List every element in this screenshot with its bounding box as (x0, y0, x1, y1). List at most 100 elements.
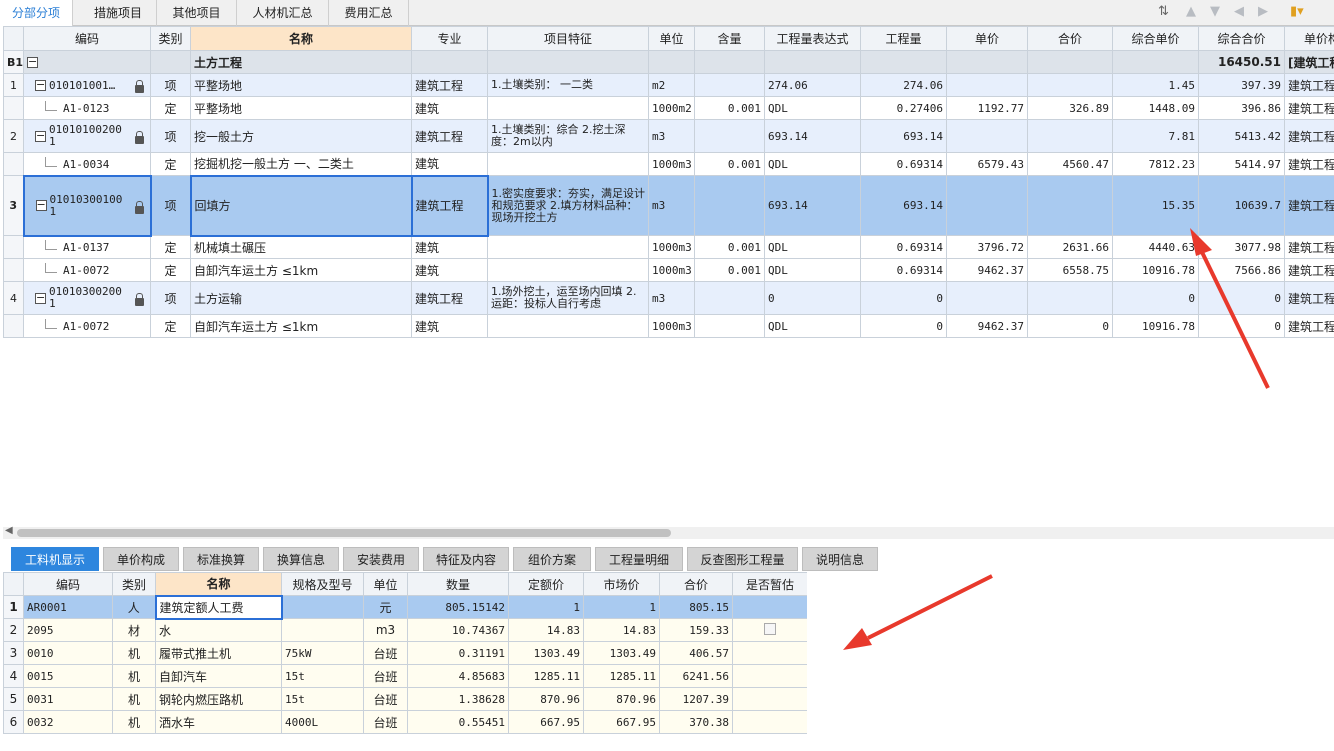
quota-row[interactable]: A1-0137 定机械填土碾压 建筑 1000m3 0.001 QDL 0.69314 379… (3, 235, 1334, 259)
cell-price-composition[interactable]: 建筑工程 (1284, 96, 1334, 120)
cell-provisional[interactable] (732, 641, 807, 665)
collapse-cell[interactable]: − (23, 50, 151, 74)
header-quantity[interactable]: 工程量 (860, 26, 947, 51)
cell-major[interactable]: 建筑工程 (411, 73, 488, 97)
cell-spec[interactable]: 15t (281, 687, 364, 711)
cell-expression[interactable]: 693.14 (764, 175, 861, 236)
cell-spec[interactable]: 75kW (281, 641, 364, 665)
collapse-icon[interactable]: − (35, 292, 46, 304)
arrow-right-icon[interactable]: ▶ (1258, 4, 1268, 19)
cell-expression[interactable]: QDL (764, 314, 861, 338)
cell-category[interactable]: 定 (150, 258, 191, 282)
cell-price-composition[interactable]: 建筑工程 (1284, 175, 1334, 236)
header-name[interactable]: 名称 (190, 26, 412, 51)
resource-row[interactable]: 2 2095 材水 m3 10.74367 14.83 14.83 159.33 (3, 618, 807, 642)
tab-anzhuang-feiyong[interactable]: 安装费用 (343, 547, 419, 571)
cell-quantity[interactable]: 0.69314 (860, 152, 947, 176)
detail-header-spec[interactable]: 规格及型号 (281, 572, 364, 596)
cell-spec[interactable] (281, 595, 364, 619)
scroll-left-icon[interactable]: ◀ (5, 525, 13, 536)
cell-major[interactable]: 建筑 (411, 152, 488, 176)
cell-quantity[interactable]: 274.06 (860, 73, 947, 97)
cell-quota-price[interactable]: 14.83 (508, 618, 584, 642)
detail-header-provisional[interactable]: 是否暂估 (732, 572, 807, 596)
cell-market-price[interactable]: 1303.49 (583, 641, 660, 665)
cell-content[interactable]: 0.001 (694, 235, 765, 259)
cell-feature[interactable] (487, 314, 649, 338)
cell-composite-unit-price[interactable]: 15.35 (1112, 175, 1199, 236)
cell-total[interactable]: 6241.56 (659, 664, 733, 688)
cell-quantity[interactable]: 0.31191 (407, 641, 509, 665)
cell-unit-price[interactable] (946, 175, 1028, 236)
cell-feature[interactable]: 1.土壤类别： 一二类 (487, 73, 649, 97)
cell-unit-price[interactable]: 9462.37 (946, 258, 1028, 282)
header-category[interactable]: 类别 (150, 26, 191, 51)
sort-icon[interactable]: ⇅ (1158, 4, 1169, 19)
cell-total[interactable]: 370.38 (659, 710, 733, 734)
cell-category[interactable]: 机 (112, 687, 156, 711)
cell-unit[interactable]: 元 (363, 595, 408, 619)
cell-code[interactable]: 0010 (23, 641, 113, 665)
cell-name[interactable]: 机械填土碾压 (190, 235, 412, 259)
move-up-icon[interactable]: ▲ (1186, 4, 1196, 19)
cell-category[interactable]: 人 (112, 595, 156, 619)
cell-feature[interactable]: 1.土壤类别：综合 2.挖土深度：2m以内 (487, 119, 649, 153)
cell-feature[interactable] (487, 96, 649, 120)
cell-provisional[interactable] (732, 618, 807, 642)
cell-composite-unit-price[interactable]: 1448.09 (1112, 96, 1199, 120)
cell-code[interactable]: A1-0072 (23, 314, 151, 338)
cell-quantity[interactable]: 693.14 (860, 119, 947, 153)
cell-composite-unit-price[interactable]: 7.81 (1112, 119, 1199, 153)
cell-feature[interactable]: 1.密实度要求：夯实，满足设计和规范要求 2.填方材料品种：现场开挖土方 (487, 175, 649, 236)
cell-composite-unit-price[interactable]: 10916.78 (1112, 314, 1199, 338)
quota-row[interactable]: A1-0034 定挖掘机挖一般土方 一、二类土 建筑 1000m3 0.001 QDL 0.… (3, 152, 1334, 176)
cell-content[interactable] (694, 281, 765, 315)
cell-major[interactable]: 建筑工程 (411, 119, 488, 153)
cell-quota-price[interactable]: 870.96 (508, 687, 584, 711)
resource-row[interactable]: 3 0010 机履带式推土机 75kW 台班 0.31191 1303.49 1303.49 4… (3, 641, 807, 665)
cell-spec[interactable] (281, 618, 364, 642)
collapse-icon[interactable]: − (27, 56, 38, 68)
cell-total[interactable]: 406.57 (659, 641, 733, 665)
cell-composite-total[interactable]: 5413.42 (1198, 119, 1285, 153)
cell-sum[interactable] (1027, 175, 1113, 236)
cell-major[interactable]: 建筑 (411, 258, 488, 282)
cell-quantity[interactable]: 0.55451 (407, 710, 509, 734)
cell-name[interactable]: 挖一般土方 (190, 119, 412, 153)
cell-composite-total[interactable]: 10639.7 (1198, 175, 1285, 236)
cell-total[interactable]: 159.33 (659, 618, 733, 642)
cell-sum[interactable]: 326.89 (1027, 96, 1113, 120)
cell-name[interactable]: 建筑定额人工费 (154, 594, 283, 620)
cell-code[interactable]: 0032 (23, 710, 113, 734)
cell-total[interactable]: 1207.39 (659, 687, 733, 711)
cell-market-price[interactable]: 14.83 (583, 618, 660, 642)
detail-header-code[interactable]: 编码 (23, 572, 113, 596)
cell-market-price[interactable]: 1285.11 (583, 664, 660, 688)
cell-content[interactable] (694, 175, 765, 236)
cell-unit-price[interactable]: 3796.72 (946, 235, 1028, 259)
cell-category[interactable]: 项 (150, 119, 191, 153)
cell-major[interactable]: 建筑 (411, 235, 488, 259)
cell-provisional[interactable] (732, 710, 807, 734)
cell-quota-price[interactable]: 1303.49 (508, 641, 584, 665)
scrollbar-thumb[interactable] (17, 529, 671, 537)
header-composite-total[interactable]: 综合合价 (1198, 26, 1285, 51)
cell-expression[interactable]: QDL (764, 258, 861, 282)
cell-category[interactable]: 定 (150, 152, 191, 176)
tab-shuoming-xinxi[interactable]: 说明信息 (802, 547, 878, 571)
cell-composite-unit-price[interactable]: 10916.78 (1112, 258, 1199, 282)
tab-gongchengliang-mingxi[interactable]: 工程量明细 (595, 547, 683, 571)
cell-sum[interactable] (1027, 119, 1113, 153)
cell-expression[interactable]: QDL (764, 152, 861, 176)
cell-category[interactable]: 定 (150, 314, 191, 338)
header-expression[interactable]: 工程量表达式 (764, 26, 861, 51)
cell-name[interactable]: 土方运输 (190, 281, 412, 315)
cell-quota-price[interactable]: 1 (508, 595, 584, 619)
cell-price-composition[interactable]: 建筑工程 (1284, 314, 1334, 338)
cell-unit[interactable]: m3 (648, 119, 695, 153)
cell-major[interactable]: 建筑工程 (411, 281, 488, 315)
cell-expression[interactable]: 274.06 (764, 73, 861, 97)
cell-sum[interactable]: 4560.47 (1027, 152, 1113, 176)
cell-content[interactable] (694, 73, 765, 97)
resource-row[interactable]: 6 0032 机洒水车 4000L 台班 0.55451 667.95 667.95 370.3… (3, 710, 807, 734)
